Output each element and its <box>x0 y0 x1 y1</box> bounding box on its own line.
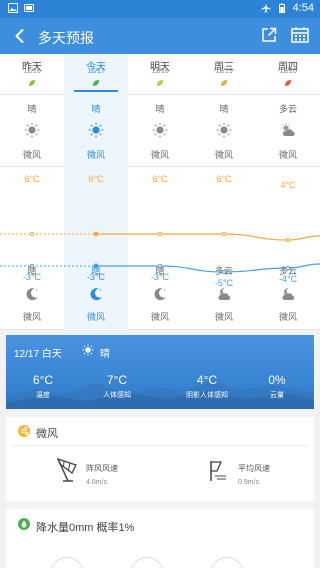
metric-value: 6°C <box>32 373 54 387</box>
detail-metric: 4°C 阴影人体感知 <box>172 373 242 400</box>
metric-label: 云量 <box>270 392 284 399</box>
night-wind: 微风 <box>214 312 233 322</box>
metric-label: 阴影人体感知 <box>186 392 228 399</box>
day-date: 12/19 <box>215 68 233 75</box>
chart-circle <box>210 557 244 568</box>
average-speed-label: 平均风速 <box>238 464 270 473</box>
divider <box>12 445 308 446</box>
sun-icon <box>152 122 168 138</box>
detail-date: 12/17 白天 <box>14 349 62 360</box>
wind-card: 微风 阵风风速 4.6m/s 平均风速 0.9m/s <box>6 417 314 501</box>
moon-icon <box>152 286 168 302</box>
night-wind: 微风 <box>22 312 41 322</box>
metric-value: 0% <box>268 373 286 387</box>
day-wind: 微风 <box>86 150 105 160</box>
screenshot-notification-icon <box>24 4 34 12</box>
app-bar: 多天预报 <box>0 18 320 54</box>
high-temperature: 6°C <box>152 174 168 184</box>
image-notification-icon <box>8 3 18 13</box>
cloud-moon-icon <box>216 286 232 302</box>
cloud-moon-icon <box>280 286 296 302</box>
day-condition: 多云 <box>278 104 297 114</box>
metric-value: 7°C <box>106 373 128 387</box>
night-wind: 微风 <box>150 312 169 322</box>
day-wind: 微风 <box>278 150 297 160</box>
metric-label: 人体感知 <box>103 392 131 399</box>
multi-day-forecast: 昨天 12/16 晴 微风 6°C -3°C 晴 微风 今天 12/17 晴 微… <box>0 54 320 330</box>
windsock-icon <box>56 457 77 482</box>
night-condition: 多云 <box>214 266 233 276</box>
precipitation-card: 降水量0mm 概率1% <box>6 509 314 568</box>
day-condition: 晴 <box>27 104 37 114</box>
high-temperature: 6°C <box>24 174 40 184</box>
calendar-icon[interactable] <box>290 26 310 44</box>
gust-speed-value: 4.6m/s <box>86 479 108 486</box>
page-title: 多天预报 <box>38 30 94 46</box>
sun-icon <box>216 122 232 138</box>
night-condition: 多云 <box>278 266 297 276</box>
sun-icon <box>82 344 94 356</box>
detail-condition: 晴 <box>100 349 110 360</box>
detail-metric: 7°C 人体感知 <box>82 373 152 400</box>
high-temperature: 6°C <box>216 174 232 184</box>
metric-value: 4°C <box>196 373 218 387</box>
today-indicator <box>74 90 118 92</box>
wind-title: 微风 <box>36 428 58 440</box>
leaf-icon <box>221 80 227 86</box>
high-temperature: 6°C <box>88 174 104 184</box>
night-wind: 微风 <box>86 312 105 322</box>
wind-badge-icon <box>18 425 30 437</box>
night-condition: 晴 <box>155 266 165 276</box>
moon-icon <box>88 286 104 302</box>
leaf-icon <box>285 80 291 86</box>
detail-metric: 0% 云量 <box>242 373 312 400</box>
status-bar: 4:54 <box>0 0 320 18</box>
forecast-day-column[interactable]: 周三 12/19 晴 微风 6°C -5°C 多云 微风 <box>192 54 256 330</box>
wind-flag-icon <box>210 461 226 481</box>
sun-icon <box>88 122 104 138</box>
airplane-mode-icon <box>261 3 271 13</box>
day-wind: 微风 <box>22 150 41 160</box>
forecast-day-column[interactable]: 周四 12/20 多云 微风 4°C -4°C 多云 微风 <box>256 54 320 330</box>
leaf-icon <box>157 80 163 86</box>
day-condition: 晴 <box>219 104 229 114</box>
moon-icon <box>24 286 40 302</box>
day-condition: 晴 <box>91 104 101 114</box>
precipitation-icon <box>18 518 30 530</box>
status-time: 4:54 <box>292 2 314 14</box>
back-arrow-icon[interactable] <box>10 26 30 46</box>
precipitation-text: 降水量0mm 概率1% <box>36 522 135 534</box>
detail-metric: 6°C 温度 <box>8 373 78 400</box>
forecast-day-column[interactable]: 昨天 12/16 晴 微风 6°C -3°C 晴 微风 <box>0 54 64 330</box>
night-wind: 微风 <box>278 312 297 322</box>
metric-label: 温度 <box>36 392 50 399</box>
sun-icon <box>24 122 40 138</box>
leaf-icon <box>93 80 99 86</box>
cloud-sun-icon <box>280 122 296 138</box>
today-detail-card: 12/17 白天 晴 6°C 温度 7°C 人体感知 4°C 阴影人体感知 0% 云量 <box>6 335 314 409</box>
leaf-icon <box>29 80 35 86</box>
day-date: 12/20 <box>279 68 297 75</box>
day-condition: 晴 <box>155 104 165 114</box>
day-date: 12/18 <box>151 68 169 75</box>
day-wind: 微风 <box>214 150 233 160</box>
day-wind: 微风 <box>150 150 169 160</box>
share-icon[interactable] <box>260 26 278 44</box>
average-speed-value: 0.9m/s <box>238 479 260 486</box>
night-condition: 晴 <box>27 266 37 276</box>
chart-circle <box>130 557 164 568</box>
night-condition: 晴 <box>91 266 101 276</box>
day-date: 12/16 <box>23 68 41 75</box>
high-temperature: 4°C <box>280 180 296 190</box>
day-date: 12/17 <box>87 68 105 75</box>
forecast-day-column[interactable]: 明天 12/18 晴 微风 6°C -3°C 晴 微风 <box>128 54 192 330</box>
chart-circle <box>50 557 84 568</box>
gust-speed-label: 阵风风速 <box>86 464 118 473</box>
battery-icon <box>278 3 285 13</box>
forecast-day-column[interactable]: 今天 12/17 晴 微风 6°C -3°C 晴 微风 <box>64 54 128 330</box>
